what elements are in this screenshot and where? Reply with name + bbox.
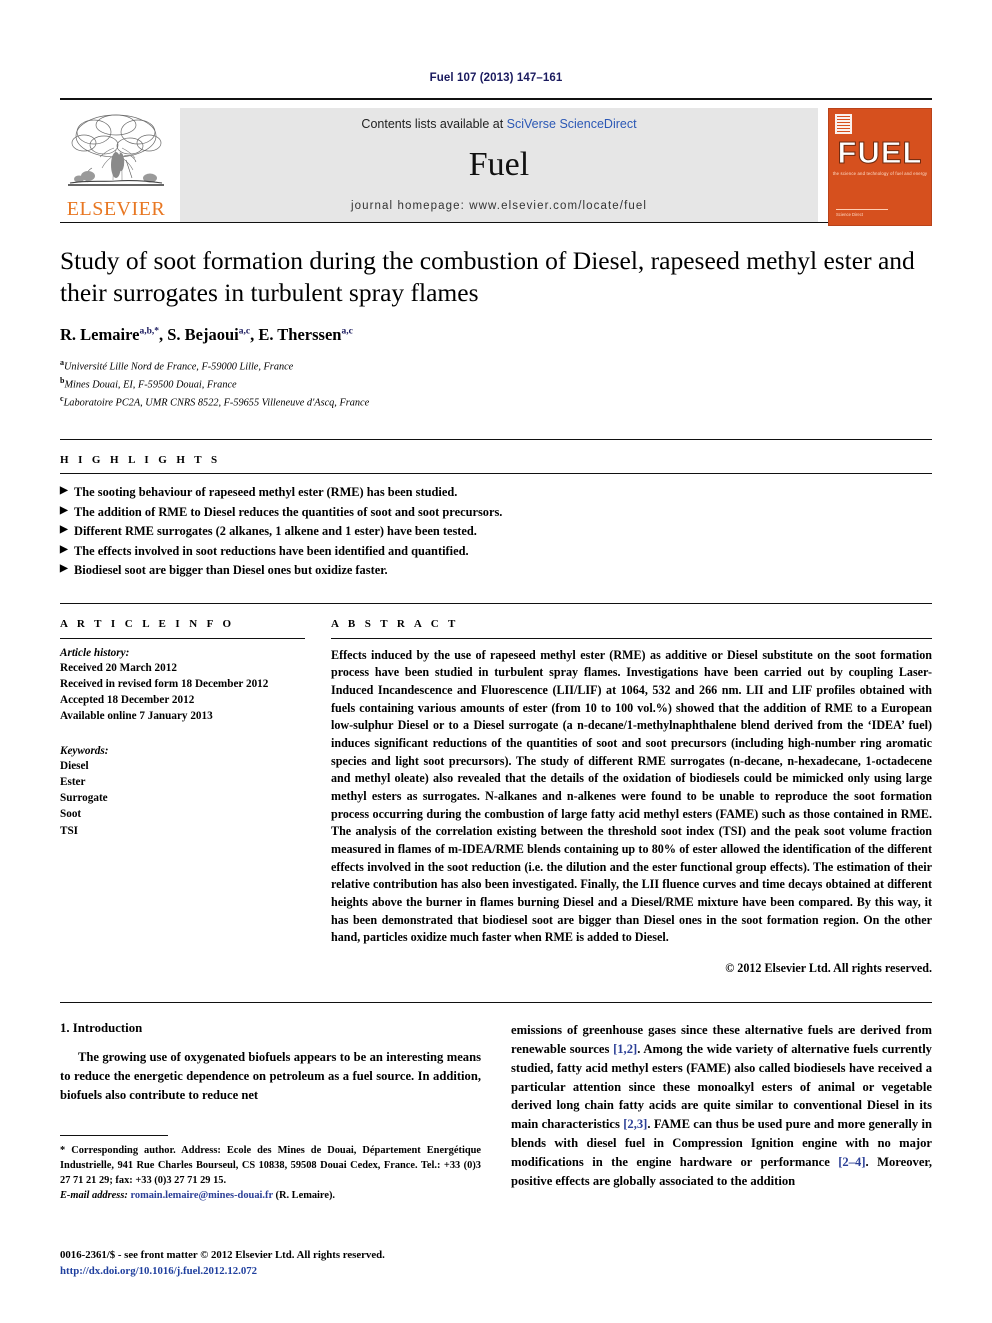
corresponding-author-text: * Corresponding author. Address: Ecole d… — [60, 1144, 481, 1186]
footnote-rule — [60, 1134, 168, 1136]
citation-link[interactable]: [2–4] — [838, 1155, 865, 1169]
author-affiliation-marks: a,c — [341, 326, 353, 337]
triangle-bullet-icon: ▶ — [60, 524, 68, 536]
issn-front-matter: 0016-2361/$ - see front matter © 2012 El… — [60, 1248, 385, 1261]
journal-cover-thumbnail[interactable]: FUEL the science and technology of fuel … — [828, 108, 932, 226]
highlight-text: The effects involved in soot reductions … — [74, 543, 469, 558]
triangle-bullet-icon: ▶ — [60, 485, 68, 497]
highlights-heading-rule — [60, 473, 932, 475]
abstract-copyright: © 2012 Elsevier Ltd. All rights reserved… — [725, 960, 932, 975]
citation-link[interactable]: [1,2] — [613, 1042, 637, 1056]
keyword-item: Ester — [60, 775, 86, 788]
doi-link[interactable]: http://dx.doi.org/10.1016/j.fuel.2012.12… — [60, 1263, 385, 1279]
contents-available-line: Contents lists available at SciVerse Sci… — [361, 117, 636, 131]
cover-footer-rule — [836, 208, 888, 210]
intro-paragraph-left: The growing use of oxygenated biofuels a… — [60, 1049, 481, 1102]
contents-prefix: Contents lists available at — [361, 117, 507, 131]
article-info-rule — [60, 637, 305, 639]
highlight-text: The addition of RME to Diesel reduces th… — [74, 504, 503, 519]
page-title: Study of soot formation during the combu… — [60, 246, 915, 308]
cover-footer: Science Direct — [836, 208, 888, 218]
citation-link[interactable]: [2,3] — [623, 1117, 647, 1131]
article-history-item: Received 20 March 2012 — [60, 661, 177, 674]
triangle-bullet-icon: ▶ — [60, 504, 68, 516]
highlight-text: The sooting behaviour of rapeseed methyl… — [74, 485, 458, 500]
highlight-item: ▶ Different RME surrogates (2 alkanes, 1 … — [60, 522, 932, 541]
imprint-block: 0016-2361/$ - see front matter © 2012 El… — [60, 1247, 385, 1279]
article-history-label: Article history: — [60, 646, 130, 659]
affiliation-list: aUniversité Lille Nord de France, F-5900… — [60, 357, 932, 411]
keywords-block: Keywords: Diesel Ester Surrogate Soot TS… — [60, 745, 305, 839]
cover-elsevier-mark-icon — [835, 114, 852, 134]
highlight-item: ▶ The sooting behaviour of rapeseed methy… — [60, 483, 932, 502]
highlight-item: ▶ The addition of RME to Diesel reduces t… — [60, 503, 932, 522]
journal-title: Fuel — [468, 145, 530, 183]
highlight-item: ▶ Biodiesel soot are bigger than Diesel o… — [60, 561, 932, 580]
article-history-item: Received in revised form 18 December 201… — [60, 677, 269, 690]
cover-footer-text: Science Direct — [836, 211, 863, 217]
email-link[interactable]: romain.lemaire@mines-douai.fr — [130, 1190, 272, 1201]
title-block: Study of soot formation during the combu… — [60, 223, 932, 411]
elsevier-tree-icon — [68, 114, 164, 186]
footnote-block: * Corresponding author. Address: Ecole d… — [60, 1134, 481, 1203]
info-abstract-section: A R T I C L E I N F O Article history: R… — [60, 604, 932, 976]
abstract-heading: A B S T R A C T — [331, 617, 459, 630]
cover-title: FUEL — [837, 135, 923, 171]
author-affiliation-marks: a,b,* — [139, 326, 159, 337]
author-name: R. Lemaire — [60, 325, 140, 345]
triangle-bullet-icon: ▶ — [60, 563, 68, 575]
affiliation-item: cLaboratoire PC2A, UMR CNRS 8522, F-5965… — [60, 393, 932, 411]
article-history-item: Available online 7 January 2013 — [60, 710, 213, 723]
sciencedirect-link[interactable]: SciVerse ScienceDirect — [507, 117, 637, 131]
highlights-section: H I G H L I G H T S ▶ The sooting behavio… — [60, 440, 932, 580]
body-column-left: 1. Introduction The growing use of oxyge… — [60, 1021, 481, 1203]
email-address-label: E-mail address: — [60, 1189, 128, 1201]
author-name: E. Therssen — [258, 325, 342, 345]
keyword-item: Diesel — [60, 759, 89, 772]
section-title-introduction: 1. Introduction — [60, 1020, 143, 1035]
triangle-bullet-icon: ▶ — [60, 543, 68, 555]
highlight-text: Different RME surrogates (2 alkanes, 1 a… — [74, 524, 477, 539]
abstract-text: Effects induced by the use of rapeseed m… — [331, 647, 932, 945]
article-info-heading: A R T I C L E I N F O — [60, 617, 235, 630]
affiliation-text: Mines Douai, EI, F-59500 Douai, France — [64, 379, 237, 391]
abstract-column: A B S T R A C T Effects induced by the u… — [331, 618, 932, 976]
cover-subtitle: the science and technology of fuel and e… — [832, 171, 928, 176]
journal-band: Contents lists available at SciVerse Sci… — [180, 108, 818, 222]
affiliation-text: Laboratoire PC2A, UMR CNRS 8522, F-59655… — [63, 397, 370, 409]
author-list: R. Lemairea,b,*, S. Bejaouia,c, E. Thers… — [60, 325, 353, 345]
affiliation-item: aUniversité Lille Nord de France, F-5900… — [60, 357, 932, 375]
author-name: S. Bejaoui — [167, 325, 239, 345]
article-info-column: A R T I C L E I N F O Article history: R… — [60, 618, 305, 976]
journal-masthead: ELSEVIER Contents lists available at Sci… — [60, 98, 932, 226]
abstract-rule — [331, 637, 932, 639]
highlights-list: ▶ The sooting behaviour of rapeseed methy… — [60, 483, 932, 580]
highlight-text: Biodiesel soot are bigger than Diesel on… — [74, 563, 388, 578]
keyword-item: Soot — [60, 808, 82, 821]
intro-paragraph-right: emissions of greenhouse gases since thes… — [511, 1021, 932, 1191]
running-head: Fuel 107 (2013) 147–161 — [429, 72, 563, 84]
affiliation-text: Université Lille Nord de France, F-59000… — [64, 361, 294, 373]
journal-homepage-link[interactable]: journal homepage: www.elsevier.com/locat… — [351, 200, 647, 212]
keyword-item: TSI — [60, 824, 79, 837]
affiliation-item: bMines Douai, EI, F-59500 Douai, France — [60, 375, 932, 393]
corresponding-author-note: * Corresponding author. Address: Ecole d… — [60, 1143, 481, 1203]
highlight-item: ▶ The effects involved in soot reductions… — [60, 542, 932, 561]
keywords-label: Keywords: — [60, 744, 109, 757]
article-history-item: Accepted 18 December 2012 — [60, 694, 195, 707]
elsevier-wordmark: ELSEVIER — [66, 198, 166, 220]
highlights-heading: H I G H L I G H T S — [60, 454, 221, 467]
email-suffix: (R. Lemaire). — [272, 1189, 336, 1201]
elsevier-logo: ELSEVIER — [60, 108, 172, 222]
body-columns: 1. Introduction The growing use of oxyge… — [60, 1003, 932, 1203]
paper-page: Fuel 107 (2013) 147–161 ELSEVIER Content… — [0, 0, 992, 1323]
body-column-right: emissions of greenhouse gases since thes… — [511, 1021, 932, 1203]
author-affiliation-marks: a,c — [238, 326, 251, 337]
keyword-item: Surrogate — [60, 792, 108, 805]
